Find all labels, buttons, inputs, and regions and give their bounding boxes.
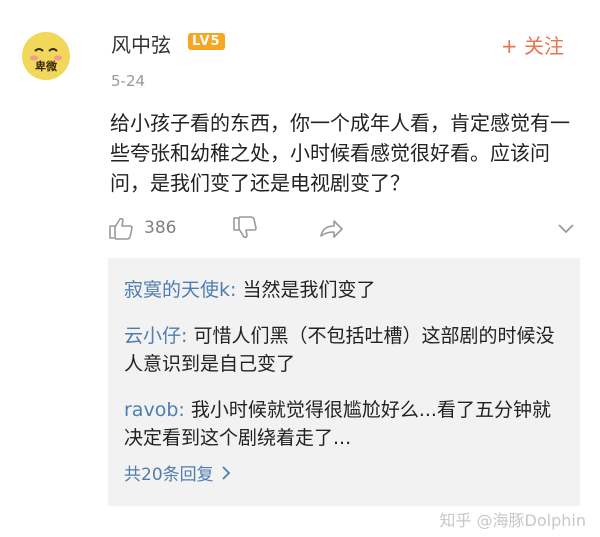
chevron-right-icon — [222, 465, 230, 480]
thumbs-down-icon — [233, 216, 257, 239]
reply-author[interactable]: ravob: — [124, 399, 185, 421]
reply-author[interactable]: 云小仔: — [124, 325, 187, 347]
share-icon — [320, 220, 343, 238]
more-options-button[interactable] — [556, 212, 576, 244]
thumbs-up-icon — [109, 217, 133, 240]
watermark: 知乎 @海豚Dolphin — [439, 511, 586, 530]
reply-author[interactable]: 寂寞的天使k: — [124, 279, 236, 301]
reply-item: 寂寞的天使k: 当然是我们变了 — [124, 276, 564, 304]
post-content: 给小孩子看的东西，你一个成年人看，肯定感觉有一些夸张和幼稚之处，小时候看感觉很好… — [110, 111, 570, 195]
username[interactable]: 风中弦 — [111, 29, 171, 58]
level-badge: LV5 — [188, 33, 225, 50]
dislike-button[interactable] — [232, 212, 258, 244]
reply-text: 我小时候就觉得很尴尬好么...看了五分钟就决定看到这个剧绕着走了... — [124, 399, 551, 449]
avatar[interactable]: 卑微 — [22, 32, 70, 80]
more-replies-link[interactable]: 共20条回复 — [124, 460, 232, 485]
post-date: 5-24 — [111, 72, 146, 90]
like-button[interactable]: 386 — [108, 212, 176, 244]
reply-item: ravob: 我小时候就觉得很尴尬好么...看了五分钟就决定看到这个剧绕着走了.… — [124, 396, 564, 452]
action-bar: 386 — [108, 212, 578, 244]
chevron-down-icon — [558, 224, 574, 234]
replies-panel: 寂寞的天使k: 当然是我们变了 云小仔: 可惜人们黑（不包括吐槽）这部剧的时候没… — [108, 258, 580, 506]
reply-text: 当然是我们变了 — [236, 279, 376, 301]
reply-item: 云小仔: 可惜人们黑（不包括吐槽）这部剧的时候没人意识到是自己变了 — [124, 322, 564, 378]
like-count: 386 — [144, 218, 177, 238]
reply-text: 可惜人们黑（不包括吐槽）这部剧的时候没人意识到是自己变了 — [124, 325, 555, 375]
avatar-text: 卑微 — [35, 60, 57, 73]
share-button[interactable] — [318, 212, 344, 244]
more-replies-label: 共20条回复 — [124, 465, 214, 485]
follow-button[interactable]: + 关注 — [501, 30, 564, 59]
